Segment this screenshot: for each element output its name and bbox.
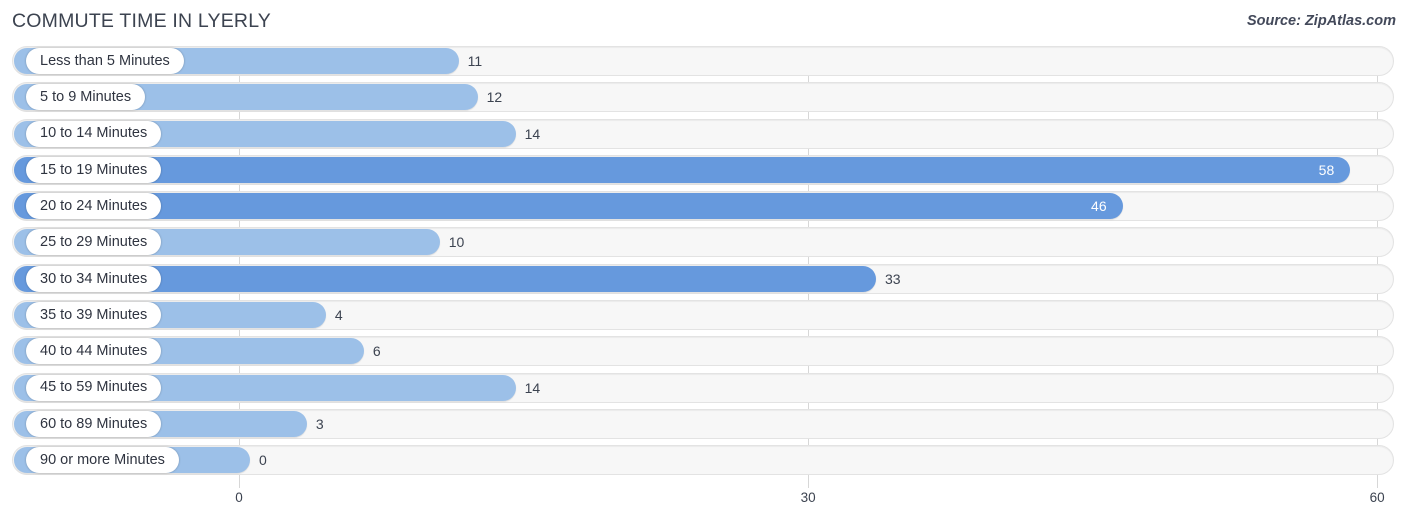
bar-category-label: 20 to 24 Minutes	[26, 193, 162, 220]
bar-category-label-text: 60 to 89 Minutes	[40, 415, 148, 432]
bar-value-label: 11	[467, 53, 483, 69]
bar-rows: Less than 5 Minutes 11 5 to 9 Minutes 12 10 …	[0, 46, 1406, 482]
bar-row: 10 to 14 Minutes 14	[0, 118, 1406, 149]
bar-category-label: 60 to 89 Minutes	[26, 410, 162, 437]
bar-row: 60 to 89 Minutes 3	[0, 408, 1406, 439]
bar-value-label: 0	[259, 452, 267, 469]
bar-value-label: 3	[315, 415, 324, 432]
bar-value-label: 14	[524, 379, 541, 396]
bar-value-label: 58	[1318, 161, 1335, 178]
bar-category-label-text: 5 to 9 Minutes	[40, 89, 132, 106]
bar-row: 30 to 34 Minutes 33	[0, 263, 1406, 294]
bar-category-label-text: 20 to 24 Minutes	[40, 197, 148, 214]
bar-category-label-text: Less than 5 Minutes	[40, 52, 170, 69]
bar[interactable]	[14, 193, 1123, 220]
bar-category-label-text: 25 to 29 Minutes	[40, 234, 148, 251]
bar-value-label: 10	[448, 234, 465, 251]
bar-category-label: 90 or more Minutes	[26, 447, 179, 474]
bar-value-label: 14	[524, 125, 541, 142]
bar-value-label: 33	[885, 270, 901, 287]
bar-category-label: 45 to 59 Minutes	[26, 374, 162, 401]
bar-value-label: 12	[486, 89, 503, 106]
page-title: COMMUTE TIME IN LYERLY	[12, 10, 272, 32]
bar-row: 90 or more Minutes 0	[0, 445, 1406, 476]
bar-category-label-text: 10 to 14 Minutes	[40, 125, 148, 142]
bar-value-label: 6	[372, 343, 381, 360]
x-axis-tick-label: 30	[800, 490, 816, 505]
bar-category-label: 5 to 9 Minutes	[26, 84, 146, 111]
bar-category-label: 35 to 39 Minutes	[26, 302, 162, 329]
x-axis-tick-label: 60	[1369, 490, 1385, 505]
source-attribution: Source: ZipAtlas.com	[1246, 13, 1396, 29]
bar[interactable]	[14, 156, 1351, 183]
bar-category-label: 25 to 29 Minutes	[26, 229, 162, 256]
x-axis: 0 30 60	[0, 486, 1406, 524]
bar-category-label-text: 90 or more Minutes	[40, 452, 165, 469]
bar-row: 40 to 44 Minutes 6	[0, 336, 1406, 367]
bar-category-label: 40 to 44 Minutes	[26, 338, 162, 365]
chart-header: COMMUTE TIME IN LYERLY Source: ZipAtlas.…	[0, 0, 1406, 46]
bar-row: 5 to 9 Minutes 12	[0, 82, 1406, 113]
x-axis-tick-label: 0	[235, 490, 243, 505]
bar-value-label: 4	[334, 307, 343, 324]
bar-row: 15 to 19 Minutes 58	[0, 154, 1406, 185]
bar-category-label-text: 35 to 39 Minutes	[40, 306, 148, 323]
bar-category-label-text: 45 to 59 Minutes	[40, 379, 148, 396]
bar-category-label-text: 40 to 44 Minutes	[40, 343, 148, 360]
bar-category-label: 15 to 19 Minutes	[26, 156, 162, 183]
bar-category-label-text: 30 to 34 Minutes	[40, 270, 148, 287]
bar-row: 45 to 59 Minutes 14	[0, 372, 1406, 403]
bar-row: 20 to 24 Minutes 46	[0, 191, 1406, 222]
bar-category-label-text: 15 to 19 Minutes	[40, 161, 148, 178]
chart-plot-area: Less than 5 Minutes 11 5 to 9 Minutes 12 10 …	[0, 46, 1406, 488]
bar-category-label: Less than 5 Minutes	[26, 48, 184, 74]
bar-row: 35 to 39 Minutes 4	[0, 300, 1406, 331]
bar-category-label: 10 to 14 Minutes	[26, 120, 162, 147]
bar-row: 25 to 29 Minutes 10	[0, 227, 1406, 258]
bar-row: Less than 5 Minutes 11	[0, 46, 1406, 76]
bar-value-label: 46	[1091, 198, 1107, 215]
bar-category-label: 30 to 34 Minutes	[26, 265, 162, 292]
